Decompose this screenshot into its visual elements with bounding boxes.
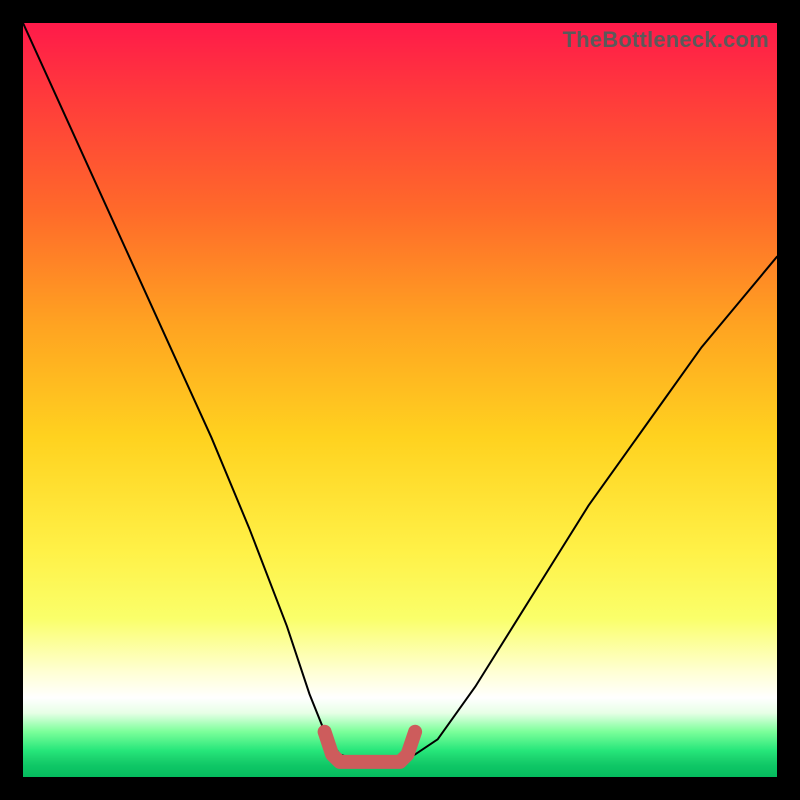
bottleneck-curve [23, 23, 777, 762]
floor-marker [325, 732, 416, 762]
chart-container: TheBottleneck.com [0, 0, 800, 800]
plot-area: TheBottleneck.com [23, 23, 777, 777]
chart-svg [23, 23, 777, 777]
